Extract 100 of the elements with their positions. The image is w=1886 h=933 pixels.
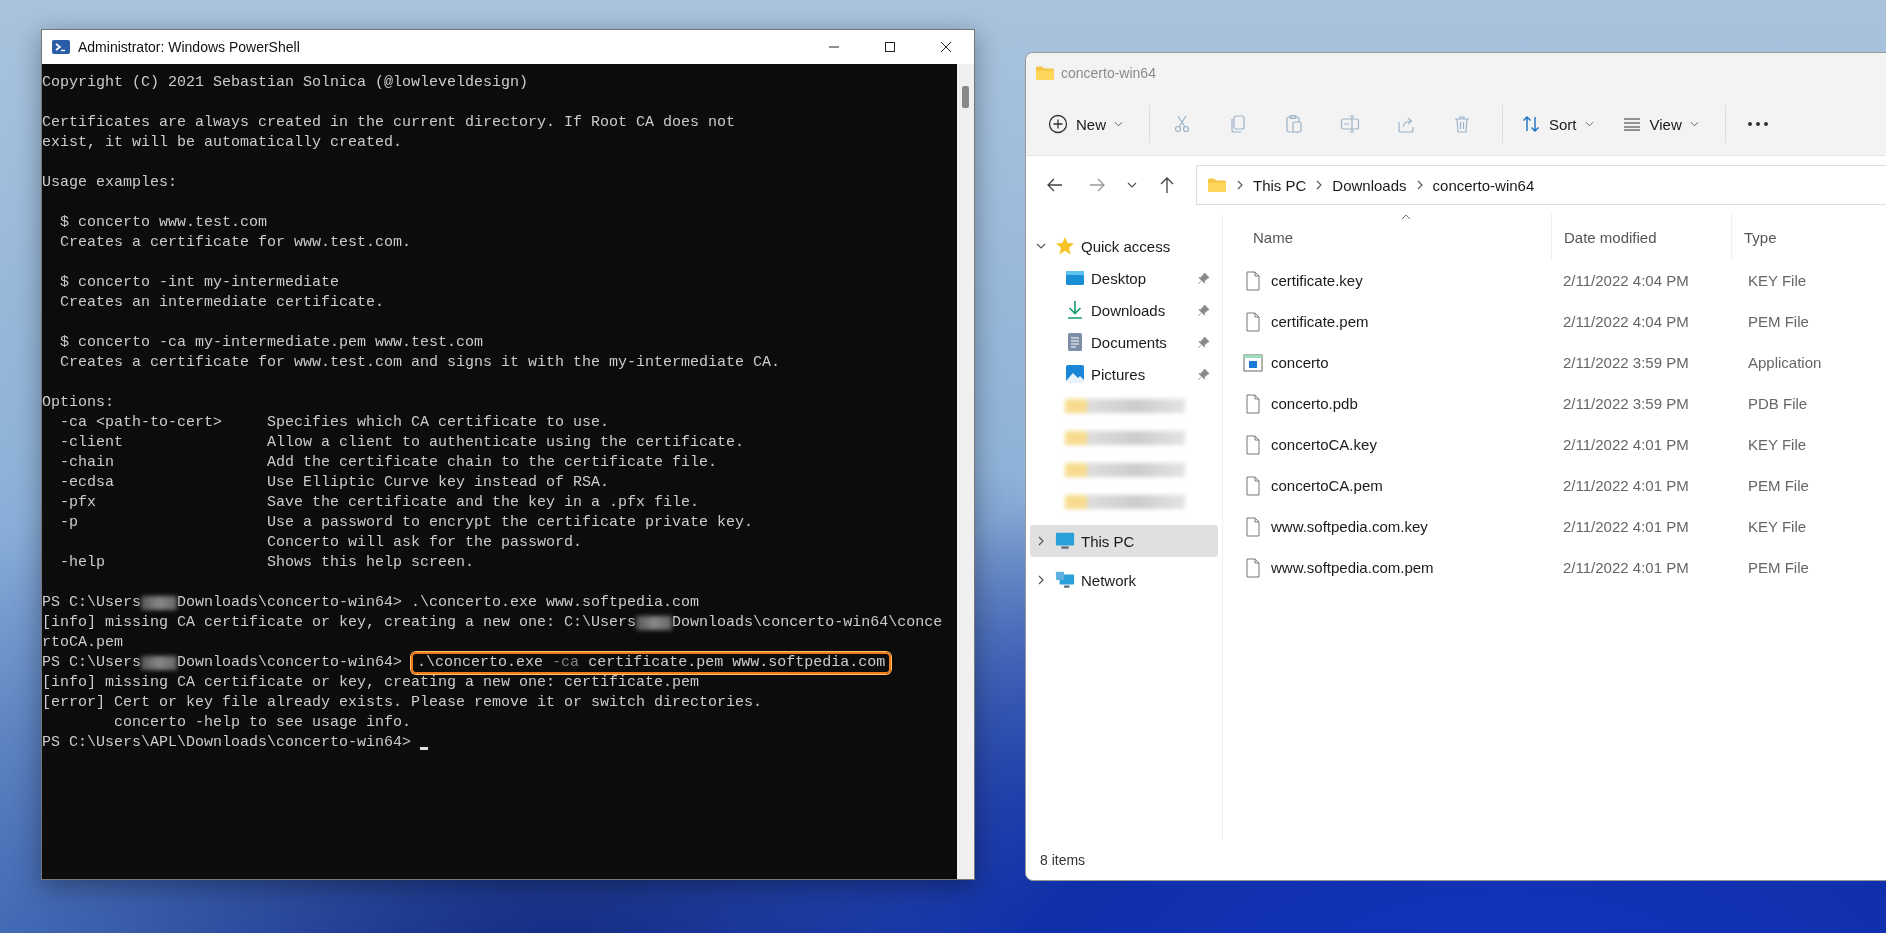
scrollbar-thumb[interactable] (962, 86, 969, 108)
back-arrow-icon (1046, 176, 1064, 194)
date-modified: 2/11/2022 4:01 PM (1562, 436, 1690, 453)
blurred-text (636, 616, 673, 630)
file-icon (1243, 516, 1263, 537)
file-icon (1243, 475, 1263, 496)
breadcrumb-item[interactable]: Downloads (1332, 176, 1407, 194)
up-arrow-icon (1158, 176, 1176, 194)
caret-icon (1114, 121, 1123, 127)
terminal-text: Downloads\concerto-win64> .\concerto.exe www.softpedia.com (177, 593, 700, 613)
close-icon (940, 41, 952, 53)
terminal-text: -help Shows this help screen. (59, 553, 475, 573)
scrollbar[interactable] (957, 64, 974, 879)
terminal-text: $ concerto www.test.com (59, 213, 268, 233)
breadcrumb-item[interactable]: This PC (1253, 176, 1307, 194)
document-icon (1065, 332, 1085, 352)
column-header[interactable]: Name (1241, 214, 1552, 260)
terminal-text: [error] Cert or key file already exists. Please remove it or switch directories. (42, 693, 763, 713)
rename-icon (1340, 114, 1360, 134)
sidebar-item[interactable]: Desktop (1030, 262, 1218, 294)
sidebar-item[interactable]: Network (1030, 564, 1218, 596)
terminal-text: Certificates are always created in the current directory. If Root CA does not (42, 113, 736, 133)
file-name[interactable]: certificate.key (1241, 270, 1541, 291)
item-count: 8 items (1040, 852, 1086, 868)
file-name[interactable]: www.softpedia.com.key (1241, 516, 1541, 537)
new-button[interactable]: New (1038, 104, 1133, 144)
file-name[interactable]: concertoCA.key (1241, 434, 1541, 455)
terminal-text: Downloads\concerto-win64\conce (672, 613, 943, 633)
sidebar-item[interactable]: Quick access (1030, 230, 1218, 262)
caret-icon (1584, 121, 1594, 127)
network-icon (1055, 570, 1075, 590)
file-icon (1243, 270, 1263, 291)
terminal-text: [info] missing CA certificate or key, creating a new one: C:\Users (42, 613, 637, 633)
terminal-text: -p Use a password to encrypt the certificate private key. (59, 513, 754, 533)
sidebar-item[interactable]: Pictures (1030, 358, 1218, 390)
file-icon (1243, 311, 1263, 332)
column-header[interactable]: Type (1732, 214, 1886, 260)
terminal-text: exist, it will be automatically created. (42, 133, 403, 153)
folder-icon (1207, 177, 1227, 193)
blurred-text (141, 656, 178, 670)
terminal-text: [info] missing CA certificate or key, creating a new one: certificate.pem (42, 673, 700, 693)
date-modified: 2/11/2022 3:59 PM (1562, 395, 1690, 412)
file-icon (1243, 393, 1263, 414)
highlighted-command: .\concerto.exe -ca certificate.pem www.softpedia.com (411, 652, 892, 674)
terminal-text: -client Allow a client to authenticate using the certificate. (59, 433, 745, 453)
terminal-text: Downloads\concerto-win64> (177, 653, 404, 673)
date-modified: 2/11/2022 4:01 PM (1562, 518, 1690, 535)
column-header[interactable]: Date modified (1552, 214, 1732, 260)
clipboard-icon (1284, 114, 1304, 134)
file-name[interactable]: www.softpedia.com.pem (1241, 557, 1541, 578)
file-type: KEY File (1747, 436, 1807, 453)
file-type: PDB File (1747, 395, 1808, 412)
terminal-text: Creates an intermediate certificate. (59, 293, 385, 313)
terminal-text: PS C:\Users\APL\Downloads\concerto-win64> (42, 733, 413, 753)
breadcrumb-item[interactable]: concerto-win64 (1432, 176, 1535, 194)
sidebar-item[interactable]: This PC (1030, 525, 1218, 557)
forward-arrow-icon (1088, 176, 1106, 194)
desktop-icon (1065, 268, 1085, 288)
file-type: PEM File (1747, 313, 1809, 330)
scissors-icon (1172, 114, 1192, 134)
sidebar-item[interactable]: Documents (1030, 326, 1218, 358)
file-name[interactable]: certificate.pem (1241, 311, 1541, 332)
application-icon (1243, 352, 1263, 373)
chevron-icon (1416, 180, 1423, 190)
terminal-text: $ concerto -int my-intermediate (59, 273, 340, 293)
terminal-text: Concerto will ask for the password. (266, 533, 583, 553)
trash-icon (1452, 114, 1472, 134)
sort-button[interactable]: Sort (1511, 104, 1604, 144)
terminal-text: Creates a certificate for www.test.com. (59, 233, 412, 253)
chevron-icon[interactable] (1036, 536, 1046, 546)
address-bar[interactable]: This PC Downloads concerto-win64 (1196, 165, 1886, 205)
file-name[interactable]: concerto (1241, 352, 1541, 373)
file-name[interactable]: concerto.pdb (1241, 393, 1541, 414)
sidebar-item[interactable]: Downloads (1030, 294, 1218, 326)
view-button[interactable]: View (1611, 104, 1709, 144)
plus-icon (1048, 114, 1068, 134)
date-modified: 2/11/2022 4:01 PM (1562, 477, 1690, 494)
terminal-text: concerto -help to see usage info. (113, 713, 412, 733)
terminal-text: Options: (42, 393, 114, 413)
terminal-text: Copyright (C) 2021 Sebastian Solnica (@lowleveldesign) (42, 73, 529, 93)
file-icon (1243, 434, 1263, 455)
text-cursor (420, 746, 429, 750)
file-name[interactable]: concertoCA.pem (1241, 475, 1541, 496)
file-type: PEM File (1747, 559, 1809, 576)
terminal-text: -ca <path-to-cert> Specifies which CA certificate to use. (59, 413, 610, 433)
sort-icon (1521, 114, 1541, 134)
date-modified: 2/11/2022 4:04 PM (1562, 272, 1690, 289)
window-title: Administrator: Windows PowerShell (78, 39, 300, 55)
folder-icon (1035, 65, 1055, 81)
download-icon (1065, 300, 1085, 320)
more-icon (1746, 121, 1769, 127)
chevron-icon[interactable] (1036, 575, 1046, 585)
powershell-icon (52, 40, 70, 54)
date-modified: 2/11/2022 4:04 PM (1562, 313, 1690, 330)
copy-icon (1228, 114, 1248, 134)
terminal-text: PS C:\Users (42, 593, 142, 613)
terminal-text: -pfx Save the certificate and the key in a .pfx file. (59, 493, 700, 513)
terminal-text: -ecdsa Use Elliptic Curve key instead of RSA. (59, 473, 610, 493)
picture-icon (1065, 364, 1085, 384)
chevron-icon[interactable] (1036, 241, 1046, 251)
